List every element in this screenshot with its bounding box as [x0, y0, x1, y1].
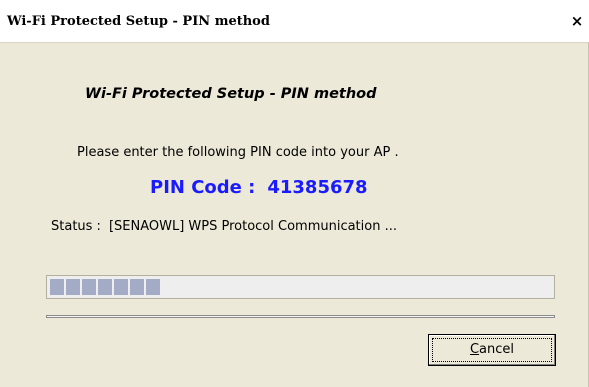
progress-fill — [50, 279, 160, 295]
progress-block — [98, 279, 112, 295]
pin-code-label: PIN Code : — [150, 177, 256, 198]
separator — [46, 315, 555, 318]
status-value: [SENAOWL] WPS Protocol Communication ... — [108, 219, 397, 234]
progress-block — [82, 279, 96, 295]
progress-block — [130, 279, 144, 295]
close-icon: × — [570, 12, 584, 30]
progress-block — [66, 279, 80, 295]
status-line: Status : [SENAOWL] WPS Protocol Communica… — [51, 219, 397, 234]
wps-pin-dialog: Wi-Fi Protected Setup - PIN method × Wi-… — [0, 0, 589, 387]
pin-code-value: 41385678 — [267, 177, 368, 198]
progress-bar — [46, 275, 555, 299]
dialog-heading: Wi-Fi Protected Setup - PIN method — [85, 86, 377, 102]
progress-block — [50, 279, 64, 295]
status-label: Status : — [51, 219, 101, 234]
window-title: Wi-Fi Protected Setup - PIN method — [7, 14, 270, 29]
close-button[interactable]: × — [569, 12, 585, 30]
progress-block — [114, 279, 128, 295]
progress-block — [146, 279, 160, 295]
pin-code-line: PIN Code : 41385678 — [150, 177, 368, 198]
instruction-text: Please enter the following PIN code into… — [77, 145, 399, 160]
title-bar: Wi-Fi Protected Setup - PIN method × — [0, 0, 589, 43]
cancel-button[interactable]: Cancel — [428, 334, 556, 366]
cancel-button-label: Cancel — [469, 342, 515, 357]
